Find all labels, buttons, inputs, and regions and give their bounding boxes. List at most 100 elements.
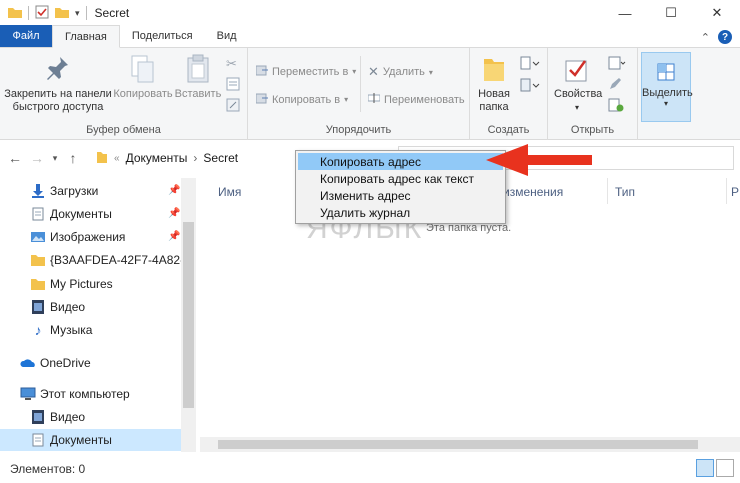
move-to-icon bbox=[255, 64, 268, 79]
move-to-label: Переместить в bbox=[272, 65, 349, 78]
column-header-type[interactable]: Тип bbox=[615, 182, 635, 202]
scrollbar-thumb[interactable] bbox=[218, 440, 698, 449]
ribbon-collapse-icon[interactable]: ⌃ bbox=[701, 31, 710, 44]
menu-item-copy-address[interactable]: Копировать адрес bbox=[298, 153, 503, 170]
open-icon[interactable] bbox=[608, 56, 626, 73]
back-arrow-icon[interactable]: ← bbox=[4, 150, 26, 166]
copy-label: Копировать bbox=[113, 88, 173, 100]
paste-shortcut-icon[interactable] bbox=[226, 98, 240, 115]
maximize-button[interactable]: ☐ bbox=[648, 0, 694, 26]
open-group-label: Открыть bbox=[570, 124, 615, 136]
copy-to-button[interactable]: Копировать в ▾ bbox=[255, 92, 348, 107]
rename-icon bbox=[367, 92, 381, 107]
rename-button[interactable]: Переименовать bbox=[367, 92, 465, 107]
menu-item-edit-address[interactable]: Изменить адрес bbox=[298, 187, 503, 204]
ribbon-tabs: Файл Главная Поделиться Вид ⌃ ? bbox=[0, 25, 740, 48]
nav-item-label: Документы bbox=[50, 433, 112, 447]
up-arrow-icon[interactable]: ↑ bbox=[62, 150, 84, 166]
nav-item-onedrive[interactable]: OneDrive bbox=[20, 352, 196, 374]
move-to-button[interactable]: Переместить в ▾ bbox=[255, 64, 357, 79]
pin-icon[interactable]: 📌 bbox=[168, 231, 180, 242]
delete-button[interactable]: ✕ Удалить ▾ bbox=[368, 64, 433, 80]
new-folder-button[interactable]: Новая папка bbox=[474, 54, 514, 114]
rename-label: Переименовать bbox=[384, 93, 465, 106]
nav-item-my-pictures[interactable]: My Pictures bbox=[30, 273, 196, 295]
folder-icon bbox=[30, 278, 46, 290]
nav-item-label: Этот компьютер bbox=[40, 387, 130, 401]
pin-icon[interactable]: 📌 bbox=[168, 208, 180, 219]
tab-view[interactable]: Вид bbox=[205, 25, 249, 47]
pin-label-line2: быстрого доступа bbox=[12, 101, 104, 113]
pin-to-quick-access-button[interactable]: Закрепить на панели быстрого доступа bbox=[4, 54, 112, 114]
nav-item-documents-pc[interactable]: Документы bbox=[0, 429, 181, 451]
menu-item-copy-address-as-text[interactable]: Копировать адрес как текст bbox=[298, 170, 503, 187]
copy-icon bbox=[129, 54, 157, 84]
documents-icon bbox=[30, 433, 46, 447]
nav-item-music[interactable]: ♪ Музыка bbox=[30, 319, 196, 341]
cut-icon[interactable]: ✂ bbox=[226, 56, 237, 72]
column-header-modified[interactable]: изменения bbox=[503, 182, 563, 202]
images-icon bbox=[30, 231, 46, 243]
tab-file[interactable]: Файл bbox=[0, 25, 52, 47]
open-group: Свойства ▾ Открыть bbox=[548, 48, 638, 140]
tab-share[interactable]: Поделиться bbox=[120, 25, 205, 47]
qa-dropdown-icon[interactable]: ▾ bbox=[75, 8, 80, 19]
nav-pane-scrollbar[interactable] bbox=[181, 178, 196, 452]
large-icons-view-button[interactable] bbox=[716, 459, 734, 477]
video-icon bbox=[30, 300, 46, 314]
edit-icon[interactable] bbox=[608, 77, 622, 94]
nav-item-video[interactable]: Видео bbox=[30, 296, 196, 318]
chevron-down-icon: ▾ bbox=[352, 67, 357, 76]
pin-icon[interactable]: 📌 bbox=[168, 185, 180, 196]
properties-button[interactable]: Свойства ▾ bbox=[554, 54, 602, 114]
item-count: Элементов: 0 bbox=[10, 461, 86, 476]
nav-item-guid-folder[interactable]: {B3AAFDEA-42F7-4A82-8 bbox=[30, 249, 196, 271]
paste-button[interactable]: Вставить bbox=[174, 54, 222, 101]
close-button[interactable]: ✕ bbox=[694, 0, 740, 26]
video-icon bbox=[30, 410, 46, 424]
breadcrumb-documents[interactable]: Документы bbox=[126, 151, 188, 165]
breadcrumb-chevron-icon[interactable]: « bbox=[114, 153, 120, 164]
view-toggle bbox=[696, 459, 734, 477]
chevron-down-icon: ▾ bbox=[428, 67, 433, 77]
clipboard-group: Закрепить на панели быстрого доступа Коп… bbox=[0, 48, 248, 140]
documents-icon bbox=[30, 207, 46, 221]
menu-item-delete-history[interactable]: Удалить журнал bbox=[298, 204, 503, 221]
copy-to-label: Копировать в bbox=[272, 93, 341, 106]
column-header-size[interactable]: Р bbox=[731, 182, 739, 202]
copy-button[interactable]: Копировать bbox=[112, 54, 174, 101]
new-folder-quick-icon[interactable] bbox=[55, 6, 69, 21]
minimize-button[interactable]: — bbox=[602, 0, 648, 26]
forward-arrow-icon[interactable]: → bbox=[26, 150, 48, 166]
title-bar: ▾ Secret — ☐ ✕ bbox=[0, 0, 740, 26]
select-label: Выделить bbox=[642, 87, 693, 99]
quick-access-toolbar: ▾ bbox=[0, 5, 87, 22]
scrollbar-thumb[interactable] bbox=[183, 222, 194, 408]
computer-icon bbox=[20, 387, 36, 401]
chevron-down-icon: ▾ bbox=[574, 103, 579, 112]
details-view-button[interactable] bbox=[696, 459, 714, 477]
nav-item-label: OneDrive bbox=[40, 356, 91, 370]
tab-home[interactable]: Главная bbox=[52, 25, 120, 48]
column-header-name[interactable]: Имя bbox=[218, 182, 241, 202]
properties-check-icon[interactable] bbox=[35, 5, 49, 22]
history-icon[interactable] bbox=[608, 98, 624, 115]
content-horizontal-scrollbar[interactable] bbox=[200, 437, 740, 452]
properties-icon bbox=[563, 54, 591, 84]
breadcrumb-secret[interactable]: Secret bbox=[203, 151, 238, 165]
nav-item-video-pc[interactable]: Видео bbox=[30, 406, 196, 428]
status-bar: Элементов: 0 bbox=[0, 454, 740, 483]
help-icon[interactable]: ? bbox=[718, 30, 732, 44]
nav-item-label: Видео bbox=[50, 410, 86, 424]
nav-item-label: {B3AAFDEA-42F7-4A82-8 bbox=[50, 253, 191, 267]
new-group-label: Создать bbox=[487, 124, 530, 136]
easy-access-icon[interactable] bbox=[520, 78, 540, 95]
new-item-icon[interactable] bbox=[520, 56, 540, 73]
select-button[interactable]: Выделить ▾ bbox=[641, 52, 693, 122]
recent-dropdown-icon[interactable]: ▾ bbox=[48, 153, 62, 164]
nav-item-this-pc[interactable]: Этот компьютер bbox=[20, 383, 196, 405]
copy-path-icon[interactable] bbox=[226, 77, 240, 94]
navigation-pane: Загрузки 📌 Документы 📌 Изображения 📌 {B3… bbox=[0, 178, 196, 452]
organize-group-label: Упорядочить bbox=[325, 124, 392, 136]
nav-item-label: Загрузки bbox=[50, 184, 99, 198]
